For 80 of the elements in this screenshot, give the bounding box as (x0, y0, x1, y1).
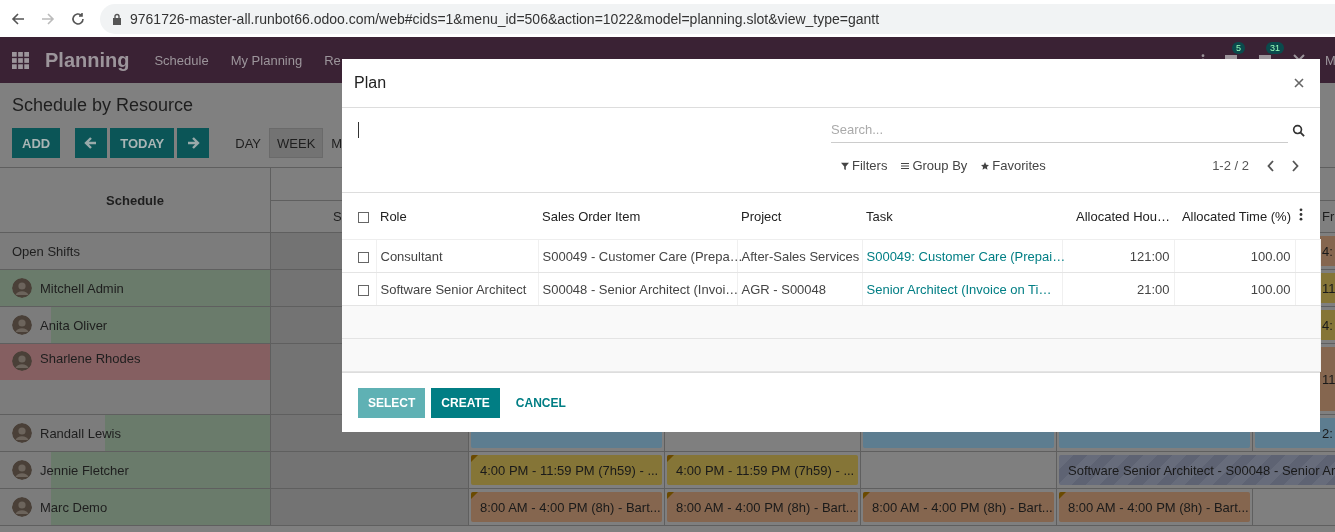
address-bar[interactable]: 9761726-master-all.runbot66.odoo.com/web#cids=1&menu_id=506&action=1022&model=planning.slot&view_type=gantt (100, 3, 1335, 34)
day-header: Fr (1322, 209, 1335, 224)
chevron-right-icon (1291, 159, 1299, 172)
table-cell: 100.00 (1250, 281, 1291, 297)
add-button[interactable]: ADD (12, 128, 61, 158)
avatar-icon (12, 497, 32, 517)
table-cell: S00048 - Senior Architect (Invoi… (542, 281, 739, 297)
today-button[interactable]: TODAY (110, 128, 175, 158)
url-text: 9761726-master-all.runbot66.odoo.com/web#cids=1&menu_id=506&action=1022&model=planning.slot&view_type=gantt (130, 10, 880, 27)
arrow-left-icon (84, 136, 99, 150)
column-header[interactable]: Task (866, 208, 893, 224)
scale-tab[interactable]: WEEK (269, 128, 324, 158)
column-header[interactable]: Role (380, 208, 407, 224)
dialog-title: Plan (354, 74, 387, 92)
pager-value: 1-2 / 2 (1212, 158, 1249, 173)
table-cell: After-Sales Services (741, 248, 860, 264)
apps-menu-icon[interactable] (12, 51, 29, 69)
avatar-icon (12, 423, 32, 443)
search-option-button[interactable]: Filters (839, 156, 896, 175)
notification-badge: 31 (1266, 42, 1284, 54)
resource-name[interactable]: Anita Oliver (40, 317, 108, 333)
day-header: S (333, 209, 342, 224)
menu-item[interactable]: Schedule (143, 52, 220, 68)
resource-name[interactable]: Randall Lewis (40, 425, 121, 441)
resource-name[interactable]: Jennie Fletcher (40, 462, 129, 478)
page-title: Schedule by Resource (12, 95, 195, 116)
shift-pill[interactable]: 4:00 PM - 11:59 PM (7h59) - ... (667, 455, 858, 485)
avatar-icon (12, 278, 32, 298)
close-icon (1294, 78, 1304, 88)
star-icon (981, 161, 990, 170)
dialog-button[interactable]: CREATE (431, 387, 500, 418)
table-cell: Software Senior Architect (380, 281, 527, 297)
scale-tab[interactable]: M (323, 128, 351, 158)
table-cell[interactable]: Senior Architect (Invoice on Ti… (866, 281, 1052, 297)
list-icon (901, 161, 910, 170)
notification-badge: 5 (1232, 42, 1245, 54)
column-header[interactable]: Allocated Time (%) (1181, 208, 1291, 224)
shift-pill[interactable]: 8:00 AM - 4:00 PM (8h) - Bart... (471, 492, 662, 522)
scale-tab[interactable]: DAY (227, 128, 269, 158)
table-cell: Consultant (380, 248, 443, 264)
kebab-icon[interactable] (1299, 208, 1303, 221)
user-name[interactable]: M (1325, 52, 1335, 68)
shift-pill[interactable]: 8:00 AM - 4:00 PM (8h) - Bart... (863, 492, 1054, 522)
column-header[interactable]: Allocated Hou… (1076, 208, 1170, 224)
avatar-icon (12, 351, 32, 371)
resource-name[interactable]: Mitchell Admin (40, 280, 124, 296)
avatar-icon (12, 315, 32, 335)
resource-name[interactable]: Open Shifts (12, 243, 80, 259)
search-option-button[interactable]: Group By (899, 156, 976, 175)
app-name[interactable]: Planning (45, 48, 130, 72)
table-cell: 21:00 (1136, 281, 1170, 297)
column-header[interactable]: Project (741, 208, 782, 224)
search-icon[interactable] (1292, 123, 1305, 137)
shift-pill[interactable]: 4:00 PM - 11:59 PM (7h59) - ... (471, 455, 662, 485)
table-cell: 121:00 (1129, 248, 1170, 264)
table-cell[interactable]: S00049: Customer Care (Prepai… (866, 248, 1066, 264)
back-icon[interactable] (10, 10, 26, 27)
cancel-button[interactable]: CANCEL (505, 387, 576, 418)
avatar-icon (12, 460, 32, 480)
resource-name[interactable]: Marc Demo (40, 499, 108, 515)
search-option-button[interactable]: Favorites (979, 156, 1054, 175)
table-cell: 100.00 (1250, 248, 1291, 264)
shift-pill[interactable]: Software Senior Architect - S00048 - Senior Ar (1059, 455, 1335, 485)
menu-item[interactable]: My Planning (219, 52, 314, 68)
row-checkbox[interactable] (358, 251, 369, 263)
shift-pill[interactable]: 8:00 AM - 4:00 PM (8h) - Bart... (667, 492, 858, 522)
previous-button[interactable] (75, 128, 108, 158)
next-button[interactable] (177, 128, 210, 158)
table-cell: AGR - S00048 (741, 281, 827, 297)
resource-name[interactable]: Sharlene Rhodes (40, 351, 141, 366)
arrow-right-icon (186, 136, 201, 150)
row-checkbox[interactable] (358, 284, 369, 296)
chevron-left-icon (1267, 159, 1275, 172)
select-all-checkbox[interactable] (358, 211, 369, 223)
column-header[interactable]: Sales Order Item (542, 208, 641, 224)
lock-icon (112, 12, 122, 25)
reload-icon[interactable] (70, 10, 86, 27)
shift-pill[interactable]: 8:00 AM - 4:00 PM (8h) - Bart... (1059, 492, 1250, 522)
search-field[interactable]: Search... (831, 117, 1288, 143)
filter-icon (841, 161, 849, 170)
